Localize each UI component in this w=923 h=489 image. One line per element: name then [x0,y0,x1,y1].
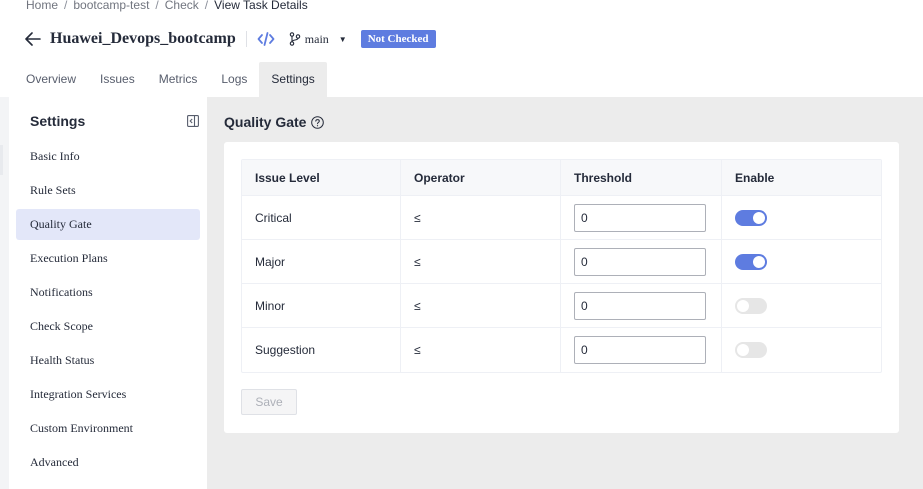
threshold-cell [561,240,722,283]
table-row: Major ≤ [242,240,881,284]
threshold-input[interactable] [574,336,706,364]
tab-overview[interactable]: Overview [14,62,88,97]
column-header-operator: Operator [401,160,561,195]
enable-toggle[interactable] [735,209,767,226]
left-edge-marker [0,145,3,175]
enable-toggle[interactable] [735,253,767,270]
breadcrumb-project[interactable]: bootcamp-test [73,0,149,12]
operator-cell: ≤ [401,196,561,239]
help-icon[interactable] [311,115,325,129]
sidebar-item-notifications[interactable]: Notifications [16,277,200,308]
column-header-threshold: Threshold [561,160,722,195]
sidebar-item-basic-info[interactable]: Basic Info [16,141,200,172]
left-edge-strip [0,97,9,489]
toggle-knob [737,299,749,312]
table-row: Suggestion ≤ [242,328,881,372]
enable-cell [722,284,881,327]
enable-cell [722,240,881,283]
tab-settings[interactable]: Settings [259,62,327,97]
sidebar-item-execution-plans[interactable]: Execution Plans [16,243,200,274]
threshold-input[interactable] [574,247,706,276]
sidebar-item-rule-sets[interactable]: Rule Sets [16,175,200,206]
breadcrumb-separator: / [204,0,209,12]
settings-sidebar: Settings Basic Info Rule Sets Quality Ga… [9,97,207,489]
threshold-input[interactable] [574,203,706,232]
tab-issues[interactable]: Issues [88,62,147,97]
sidebar-item-health-status[interactable]: Health Status [16,345,200,376]
branch-name: main [304,31,329,46]
breadcrumb-current: View Task Details [214,0,308,12]
operator-cell: ≤ [401,284,561,327]
operator-cell: ≤ [401,328,561,372]
toggle-knob [753,211,765,224]
section-title: Quality Gate [224,114,325,130]
collapse-sidebar-icon[interactable] [186,114,200,128]
enable-toggle[interactable] [735,342,767,358]
code-link-icon[interactable] [257,30,275,48]
enable-cell [722,328,881,372]
task-header: Huawei_Devops_bootcamp main ▼ Not Checke… [24,26,436,52]
breadcrumb-home[interactable]: Home [26,0,58,12]
title-divider [245,31,247,47]
status-badge: Not Checked [360,30,436,48]
main-panel: Quality Gate Issue Level Operator Thresh… [207,97,923,489]
breadcrumb-separator: / [64,0,68,12]
issue-level-cell: Critical [242,196,401,239]
column-header-issue-level: Issue Level [242,160,401,195]
threshold-cell [561,328,722,372]
sidebar-item-advanced[interactable]: Advanced [16,447,200,478]
back-arrow-icon[interactable] [24,30,42,48]
table-row: Critical ≤ [242,196,881,240]
operator-cell: ≤ [401,240,561,283]
enable-cell [722,196,881,239]
save-button[interactable]: Save [241,389,297,415]
sidebar-item-check-scope[interactable]: Check Scope [16,311,200,342]
table-header-row: Issue Level Operator Threshold Enable [242,160,881,196]
toggle-knob [737,344,749,356]
settings-menu: Basic Info Rule Sets Quality Gate Execut… [16,141,200,481]
breadcrumb-separator: / [155,0,159,12]
tab-logs[interactable]: Logs [209,62,259,97]
issue-level-cell: Minor [242,284,401,327]
task-title: Huawei_Devops_bootcamp [50,30,236,47]
sidebar-item-custom-environment[interactable]: Custom Environment [16,413,200,444]
breadcrumb: Home / bootcamp-test / Check / View Task… [26,0,308,12]
quality-gate-table: Issue Level Operator Threshold Enable Cr… [241,159,882,373]
tab-metrics[interactable]: Metrics [147,62,210,97]
issue-level-cell: Major [242,240,401,283]
column-header-enable: Enable [735,170,775,185]
sidebar-item-quality-gate[interactable]: Quality Gate [16,209,200,240]
task-tabs: Overview Issues Metrics Logs Settings [0,62,923,97]
threshold-cell [561,284,722,327]
threshold-cell [561,196,722,239]
chevron-down-icon: ▼ [338,34,347,44]
section-title-text: Quality Gate [224,114,307,130]
table-row: Minor ≤ [242,284,881,328]
threshold-input[interactable] [574,291,706,320]
branch-selector[interactable]: main ▼ [289,32,347,47]
toggle-knob [753,255,765,268]
issue-level-cell: Suggestion [242,328,401,372]
sidebar-header: Settings [30,113,200,129]
sidebar-item-integration-services[interactable]: Integration Services [16,379,200,410]
enable-toggle[interactable] [735,297,767,314]
quality-gate-card: Issue Level Operator Threshold Enable Cr… [224,142,899,433]
sidebar-title: Settings [30,113,86,129]
branch-icon [289,32,301,46]
breadcrumb-check[interactable]: Check [165,0,199,12]
